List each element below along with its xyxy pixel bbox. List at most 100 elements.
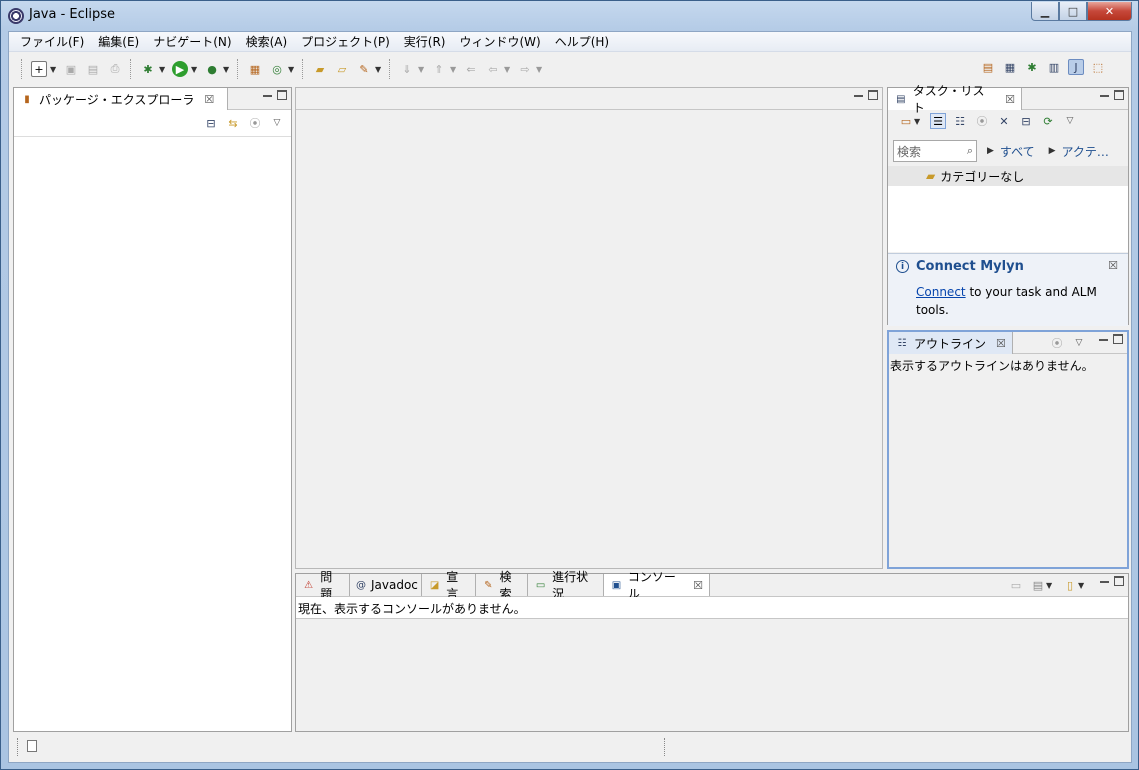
open-console-dropdown-icon[interactable]: ▼ [1078, 581, 1085, 590]
menu-project[interactable]: プロジェクト(P) [294, 33, 397, 51]
focus-icon[interactable]: ⦿ [1049, 335, 1065, 351]
mylyn-connect-link[interactable]: Connect [916, 285, 966, 299]
forward-icon[interactable]: ⇨ [517, 61, 533, 77]
search-icon[interactable]: ✎ [356, 61, 372, 77]
toolbar-grip[interactable] [21, 59, 24, 79]
menu-file[interactable]: ファイル(F) [13, 33, 91, 51]
external-tools-dropdown-icon[interactable]: ▼ [223, 65, 230, 74]
minimize-icon[interactable] [854, 91, 863, 97]
menu-navigate[interactable]: ナビゲート(N) [146, 33, 238, 51]
debug-dropdown-icon[interactable]: ▼ [159, 65, 166, 74]
back-icon[interactable]: ⇦ [485, 61, 501, 77]
open-perspective-icon[interactable]: ▤ [980, 59, 996, 75]
minimize-button[interactable]: ▁ [1031, 2, 1059, 21]
new-java-class-icon[interactable]: ◎ [269, 61, 285, 77]
scheduled-icon[interactable]: ☷ [952, 113, 968, 129]
view-menu-icon[interactable]: ▽ [269, 115, 285, 131]
tab-search[interactable]: ✎ 検索 [476, 570, 528, 601]
menu-window[interactable]: ウィンドウ(W) [452, 33, 547, 51]
menu-help[interactable]: ヘルプ(H) [548, 33, 616, 51]
new-task-dropdown-icon[interactable]: ▼ [914, 117, 921, 126]
open-task-icon[interactable]: ▱ [334, 61, 350, 77]
categorized-icon[interactable]: ☰ [930, 113, 946, 129]
save-icon[interactable]: ▣ [63, 61, 79, 77]
tab-javadoc[interactable]: @ Javadoc [350, 574, 422, 596]
new-dropdown-icon[interactable]: ▼ [50, 65, 57, 74]
hide-completed-icon[interactable]: ✕ [996, 113, 1012, 129]
maximize-icon[interactable] [277, 90, 287, 100]
tab-console[interactable]: ▣ コンソール ☒ [604, 570, 710, 601]
tab-package-explorer[interactable]: ▮ パッケージ・エクスプローラ ☒ [14, 88, 228, 110]
toolbar-separator [302, 59, 305, 79]
open-type-icon[interactable]: ▰ [312, 61, 328, 77]
collapse-all-icon[interactable]: ⊟ [1018, 113, 1034, 129]
next-annotation-dropdown-icon[interactable]: ▼ [418, 65, 425, 74]
view-menu-icon[interactable]: ▽ [1071, 335, 1087, 351]
java-type-hierarchy-perspective-icon[interactable]: ⬚ [1090, 59, 1106, 75]
tab-progress[interactable]: ▭ 進行状況 [528, 570, 604, 601]
status-separator [664, 738, 666, 756]
java-browsing-perspective-icon[interactable]: ▥ [1046, 59, 1062, 75]
close-icon[interactable]: ☒ [1108, 259, 1118, 272]
java-perspective-icon[interactable]: J [1068, 59, 1084, 75]
tab-task-list[interactable]: ▤ タスク・リスト ☒ [888, 84, 1022, 115]
menu-run[interactable]: 実行(R) [397, 33, 453, 51]
close-icon[interactable]: ☒ [1005, 93, 1015, 106]
close-icon[interactable]: ☒ [996, 337, 1006, 350]
menu-edit[interactable]: 編集(E) [91, 33, 146, 51]
filter-active-link[interactable]: アクテ… [1062, 143, 1109, 160]
new-task-icon[interactable]: ▭ [898, 113, 914, 129]
tab-problems[interactable]: ⚠ 問題 [296, 570, 350, 601]
search-dropdown-icon[interactable]: ▼ [375, 65, 382, 74]
close-button[interactable]: ✕ [1087, 2, 1132, 21]
resource-perspective-icon[interactable]: ▦ [1002, 59, 1018, 75]
minimize-icon[interactable] [263, 91, 272, 97]
maximize-icon[interactable] [1113, 334, 1123, 344]
next-annotation-icon[interactable]: ⇓ [399, 61, 415, 77]
maximize-icon[interactable] [868, 90, 878, 100]
minimize-icon[interactable] [1099, 335, 1108, 341]
new-fast-view-icon[interactable] [27, 740, 37, 752]
display-console-dropdown-icon[interactable]: ▼ [1046, 581, 1053, 590]
new-java-package-icon[interactable]: ▦ [247, 61, 263, 77]
focus-icon[interactable]: ⦿ [247, 115, 263, 131]
minimize-icon[interactable] [1100, 91, 1109, 97]
debug-icon[interactable]: ✱ [140, 61, 156, 77]
synchronize-icon[interactable]: ⟳ [1040, 113, 1056, 129]
save-all-icon[interactable]: ▤ [85, 61, 101, 77]
open-console-icon[interactable]: ▯ [1062, 577, 1078, 593]
close-icon[interactable]: ☒ [204, 93, 214, 106]
task-category-row[interactable]: ▰ カテゴリーなし [888, 166, 1128, 186]
new-class-dropdown-icon[interactable]: ▼ [288, 65, 295, 74]
maximize-button[interactable]: □ [1059, 2, 1087, 21]
focus-icon[interactable]: ⦿ [974, 113, 990, 129]
package-explorer-title: パッケージ・エクスプローラ [39, 92, 195, 107]
previous-annotation-icon[interactable]: ⇑ [431, 61, 447, 77]
external-tools-icon[interactable]: ● [204, 61, 220, 77]
display-selected-console-icon[interactable]: ▤ [1030, 577, 1046, 593]
forward-dropdown-icon[interactable]: ▼ [536, 65, 543, 74]
menu-search[interactable]: 検索(A) [239, 33, 295, 51]
close-icon[interactable]: ☒ [693, 579, 703, 592]
filter-all-link[interactable]: すべて [1000, 143, 1035, 160]
pin-console-icon[interactable]: ▭ [1008, 577, 1024, 593]
link-with-editor-icon[interactable]: ⇆ [225, 115, 241, 131]
new-icon[interactable]: + [31, 61, 47, 77]
back-dropdown-icon[interactable]: ▼ [504, 65, 511, 74]
print-icon[interactable]: ⎙ [107, 61, 123, 77]
maximize-icon[interactable] [1114, 90, 1124, 100]
tab-declaration[interactable]: ◪ 宣言 [422, 570, 476, 601]
previous-annotation-dropdown-icon[interactable]: ▼ [450, 65, 457, 74]
title-bar[interactable]: Java - Eclipse ▁ □ ✕ [1, 1, 1138, 31]
last-edit-location-icon[interactable]: ⇐ [463, 61, 479, 77]
view-minmax [1095, 576, 1124, 586]
tab-outline[interactable]: ☷ アウトライン ☒ [889, 332, 1013, 354]
collapse-all-icon[interactable]: ⊟ [203, 115, 219, 131]
run-icon[interactable]: ▶ [172, 61, 188, 77]
debug-perspective-icon[interactable]: ✱ [1024, 59, 1040, 75]
maximize-icon[interactable] [1114, 576, 1124, 586]
task-search-input[interactable]: 検索 ⌕ [893, 140, 977, 162]
minimize-icon[interactable] [1100, 577, 1109, 583]
view-menu-icon[interactable]: ▽ [1062, 113, 1078, 129]
run-dropdown-icon[interactable]: ▼ [191, 65, 198, 74]
